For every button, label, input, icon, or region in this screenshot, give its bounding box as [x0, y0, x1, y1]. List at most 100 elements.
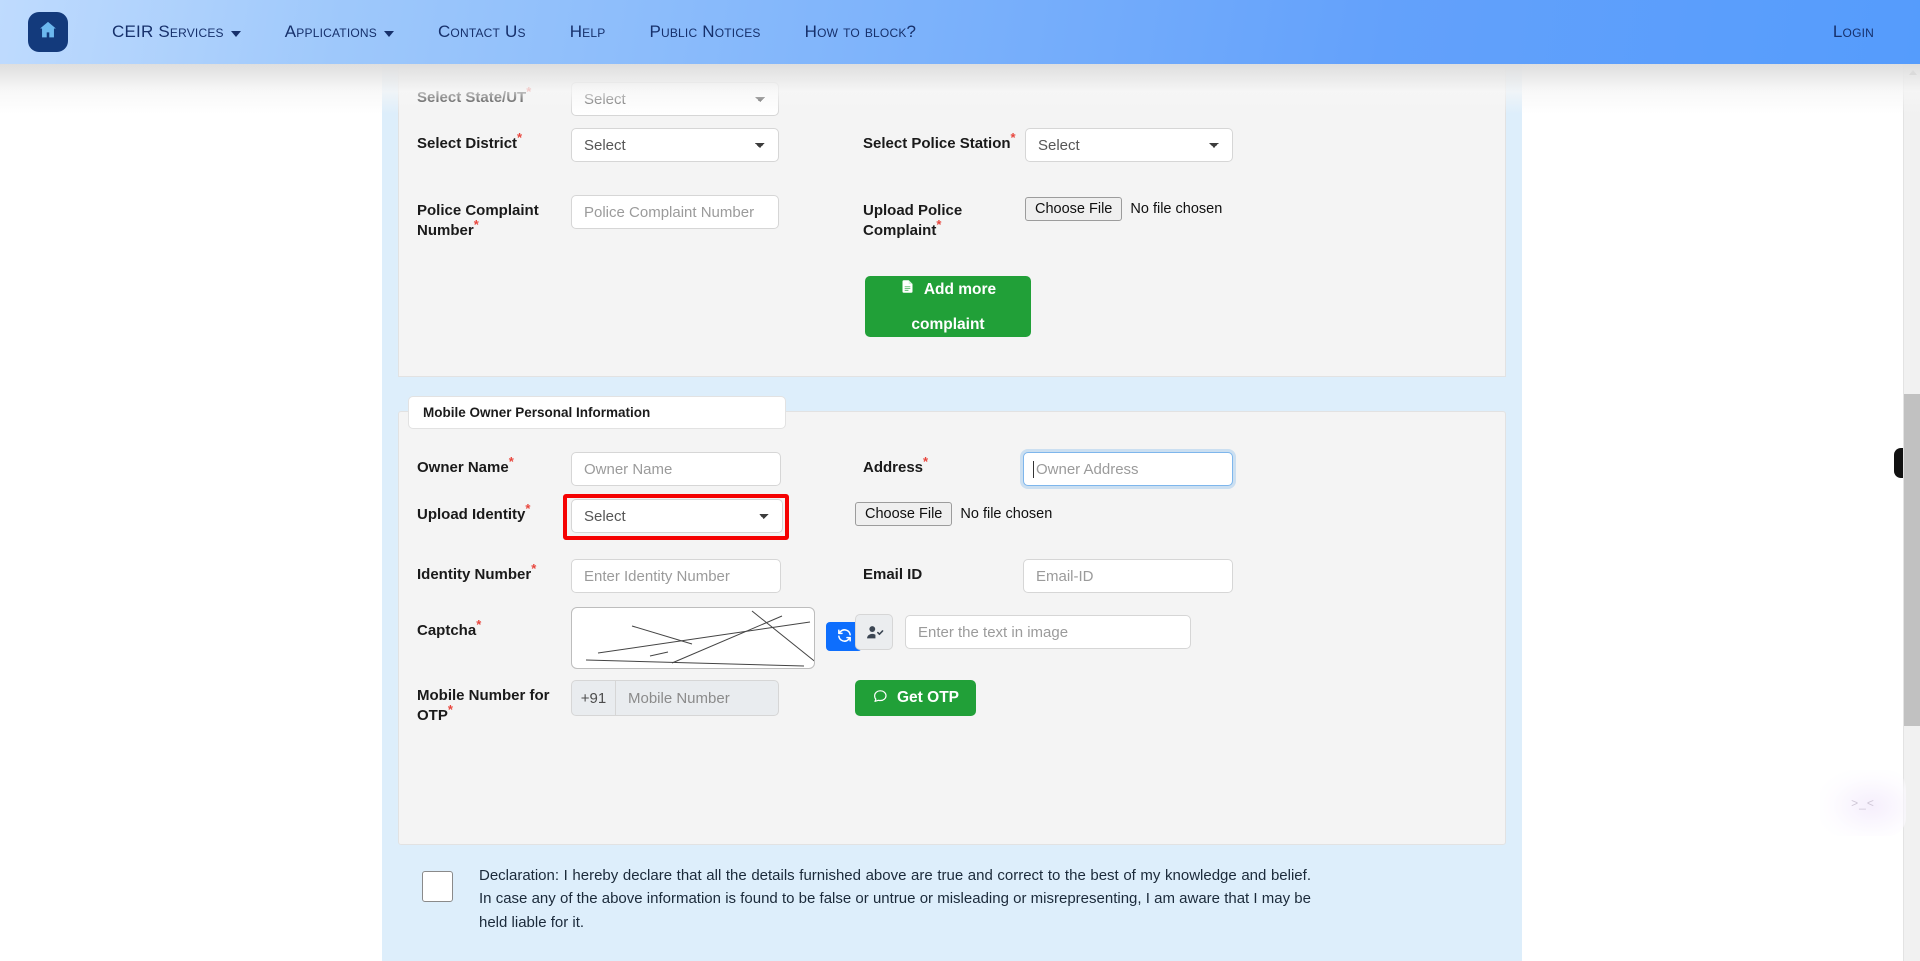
chevron-down-icon	[383, 30, 394, 37]
mobile-number-input[interactable]	[615, 680, 779, 716]
district-row: Select District* Select	[417, 128, 779, 162]
page-body: Select State/UT* Select Select District*…	[0, 64, 1920, 961]
top-navbar: CEIR Services Applications Contact Us He…	[0, 0, 1920, 64]
nav-item-label: CEIR Services	[112, 22, 224, 41]
police-station-label: Select Police Station*	[863, 130, 1016, 152]
required-asterisk: *	[517, 130, 523, 145]
chat-widget-ghost[interactable]: >_<	[1820, 770, 1906, 836]
nav-item-public-notices[interactable]: Public Notices	[627, 16, 782, 48]
page-scrollbar[interactable]	[1903, 64, 1920, 961]
complaint-number-row: Police Complaint Number*	[417, 195, 779, 241]
captcha-image: 64p3q5d	[571, 607, 815, 669]
police-station-row: Select Police Station* Select	[863, 128, 1233, 162]
nav-item-label: How to block?	[804, 22, 917, 41]
state-row: Select State/UT* Select	[417, 82, 779, 116]
country-code-addon: +91	[571, 680, 615, 716]
content-container: Select State/UT* Select Select District*…	[382, 64, 1522, 961]
add-more-complaint-button[interactable]: Add more complaint	[865, 276, 1031, 337]
complaint-details-panel: Select State/UT* Select Select District*…	[398, 64, 1506, 377]
declaration-checkbox[interactable]	[422, 871, 453, 902]
required-asterisk: *	[476, 617, 482, 632]
state-select[interactable]: Select	[571, 82, 779, 116]
upload-identity-select[interactable]: Select	[571, 499, 783, 533]
required-asterisk: *	[531, 561, 537, 576]
home-logo-button[interactable]	[28, 12, 68, 52]
state-label: Select State/UT*	[417, 84, 532, 106]
required-asterisk: *	[526, 84, 532, 99]
declaration-block: Declaration: I hereby declare that all t…	[398, 864, 1506, 934]
upload-complaint-label: Upload Police Complaint*	[863, 202, 963, 239]
declaration-text: Declaration: I hereby declare that all t…	[479, 867, 1311, 931]
nav-item-contact-us[interactable]: Contact Us	[416, 16, 548, 48]
required-asterisk: *	[447, 701, 453, 717]
choose-file-button[interactable]: Choose File	[1025, 197, 1123, 221]
owner-name-row: Owner Name*	[417, 452, 781, 486]
get-otp-label: Get OTP	[897, 689, 960, 706]
required-asterisk: *	[525, 501, 531, 516]
upload-identity-label: Upload Identity*	[417, 501, 531, 523]
file-status-text: No file chosen	[960, 506, 1053, 522]
required-asterisk: *	[936, 216, 942, 232]
district-select[interactable]: Select	[571, 128, 779, 162]
identity-number-row: Identity Number*	[417, 559, 781, 593]
get-otp-row: Get OTP	[855, 680, 977, 716]
captcha-input[interactable]	[905, 615, 1191, 649]
add-more-complaint-label-line2: complaint	[911, 315, 985, 333]
nav-item-label: Applications	[284, 22, 377, 41]
scrollbar-thumb[interactable]	[1904, 394, 1920, 726]
identity-number-input[interactable]	[571, 559, 781, 593]
get-otp-button[interactable]: Get OTP	[855, 680, 977, 716]
owner-panel-legend: Mobile Owner Personal Information	[408, 396, 786, 429]
identity-file-input[interactable]: Choose File No file chosen	[855, 500, 1052, 526]
identity-number-label: Identity Number*	[417, 561, 537, 583]
nav-links: CEIR Services Applications Contact Us He…	[112, 16, 1833, 48]
mobile-otp-label: Mobile Number for OTP*	[417, 687, 550, 724]
message-icon	[872, 688, 888, 709]
complaint-number-input[interactable]	[571, 195, 779, 229]
address-input[interactable]	[1023, 452, 1233, 486]
refresh-icon	[836, 627, 853, 647]
complaint-number-label: Police Complaint Number*	[417, 202, 539, 239]
police-station-select[interactable]: Select	[1025, 128, 1233, 162]
captcha-noise-lines	[585, 610, 814, 667]
identity-file-row: Choose File No file chosen	[855, 500, 1052, 526]
captcha-row: Captcha* 64p3q5d	[417, 602, 862, 669]
choose-file-button[interactable]: Choose File	[855, 502, 953, 526]
mobile-otp-row: Mobile Number for OTP* +91	[417, 680, 779, 726]
file-status-text: No file chosen	[1130, 201, 1223, 217]
chevron-up-icon	[1908, 70, 1917, 75]
chevron-down-icon	[230, 30, 241, 37]
nav-item-label: Public Notices	[649, 22, 761, 41]
scroll-up-button[interactable]	[1904, 64, 1920, 81]
nav-item-label: Help	[569, 22, 606, 41]
required-asterisk: *	[508, 454, 514, 469]
email-label: Email ID	[863, 566, 923, 583]
upload-identity-row: Upload Identity* Select	[417, 499, 783, 533]
district-label: Select District*	[417, 130, 523, 152]
owner-name-input[interactable]	[571, 452, 781, 486]
email-row: Email ID	[863, 559, 1233, 593]
file-document-icon	[900, 278, 915, 301]
address-row: Address*	[863, 452, 1233, 486]
login-button[interactable]: Login	[1833, 22, 1874, 42]
nav-item-help[interactable]: Help	[548, 16, 628, 48]
add-more-complaint-label-line1: Add more	[923, 280, 997, 298]
captcha-label: Captcha*	[417, 617, 482, 639]
owner-personal-info-panel: Mobile Owner Personal Information Owner …	[398, 396, 1506, 845]
address-label: Address*	[863, 454, 929, 476]
text-cursor	[1033, 461, 1034, 478]
captcha-input-row	[855, 614, 1191, 650]
required-asterisk: *	[473, 216, 479, 232]
required-asterisk: *	[923, 454, 929, 469]
owner-name-label: Owner Name*	[417, 454, 514, 476]
email-input[interactable]	[1023, 559, 1233, 593]
nav-item-label: Contact Us	[437, 22, 526, 41]
nav-item-how-to-block[interactable]: How to block?	[783, 16, 939, 48]
nav-item-ceir-services[interactable]: CEIR Services	[112, 16, 263, 48]
add-more-complaint-row: Add more complaint	[865, 276, 1031, 337]
required-asterisk: *	[1010, 130, 1016, 145]
side-panel-handle[interactable]	[1894, 448, 1903, 478]
upload-complaint-file-input[interactable]: Choose File No file chosen	[1025, 195, 1222, 221]
user-check-icon	[855, 614, 893, 650]
nav-item-applications[interactable]: Applications	[263, 16, 416, 48]
